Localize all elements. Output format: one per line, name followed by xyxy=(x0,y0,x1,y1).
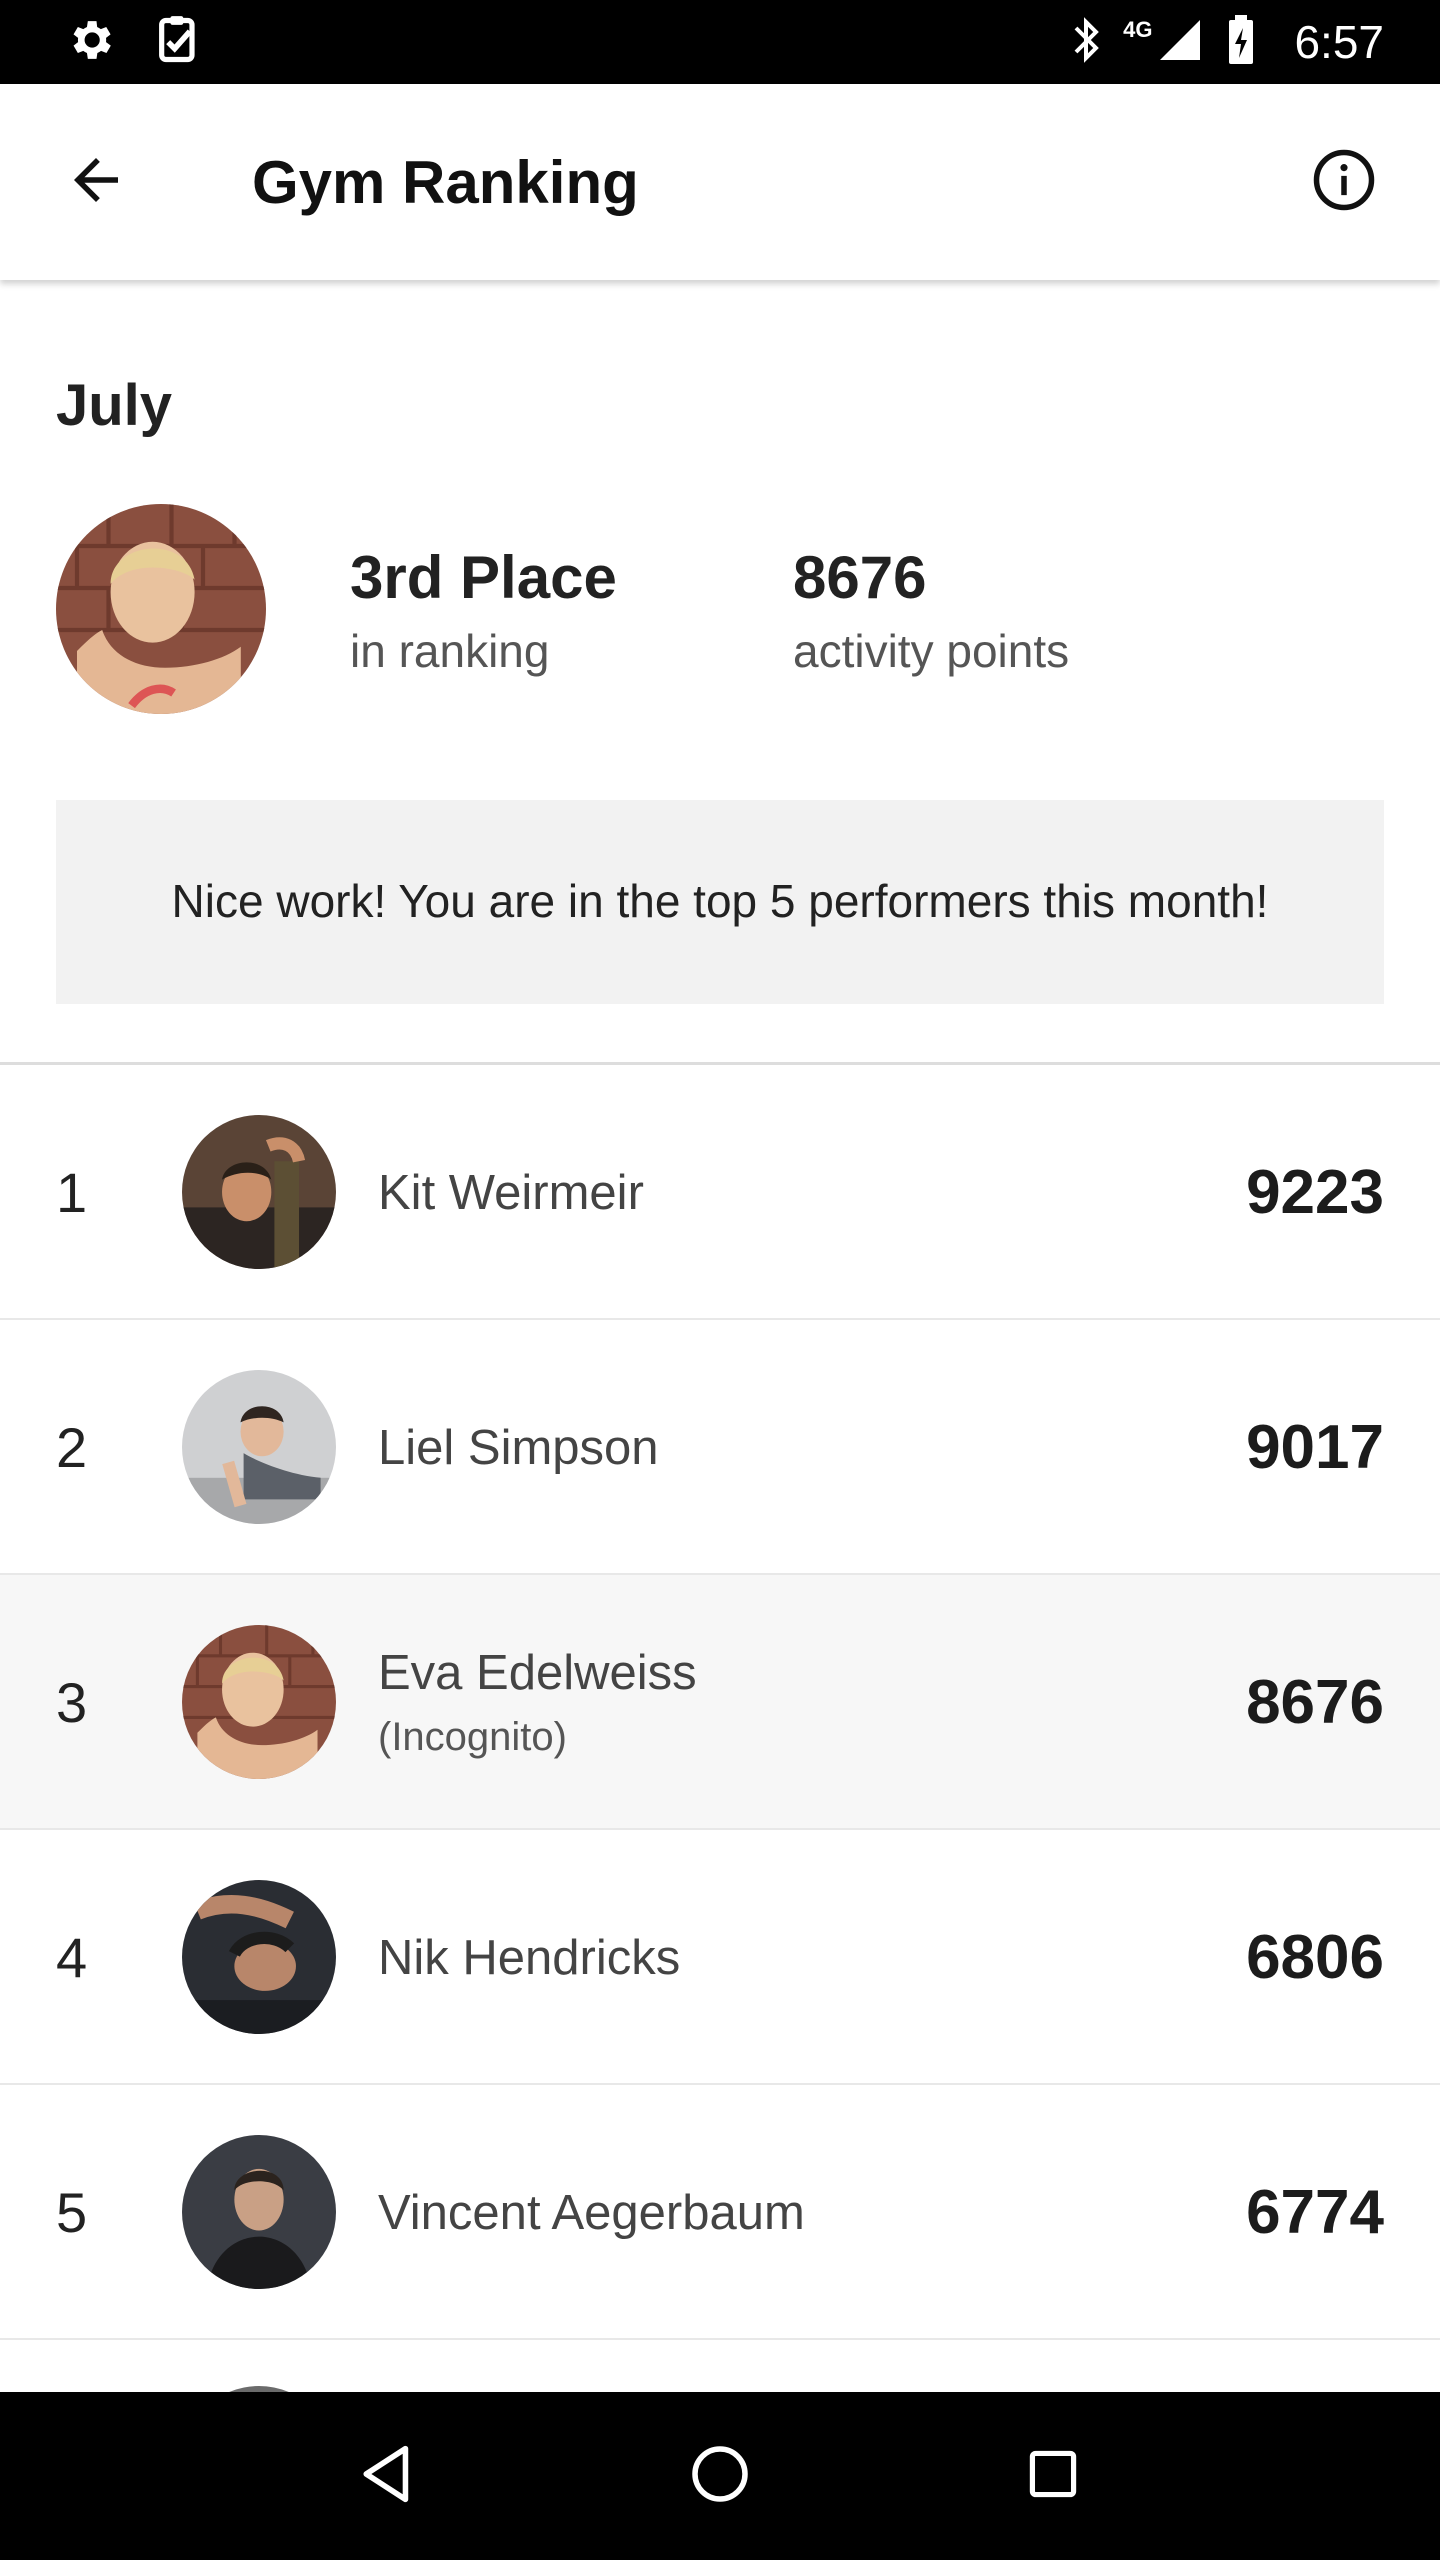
rank-name-wrap: Liel Simpson xyxy=(378,1320,659,1575)
avatar xyxy=(182,1880,336,2034)
list-item[interactable]: 5 Vincent Aegerbaum 6774 xyxy=(0,2085,1440,2340)
nav-home-icon xyxy=(690,2444,750,2509)
rank-name: Vincent Aegerbaum xyxy=(378,2185,805,2240)
list-item[interactable]: 2 Liel Simpson 9017 xyxy=(0,1320,1440,1575)
rank-subtitle: (Incognito) xyxy=(378,1715,567,1759)
list-item[interactable]: 1 Kit Weirmeir 9223 xyxy=(0,1065,1440,1320)
rank-number: 4 xyxy=(56,1926,88,1989)
list-item[interactable]: 4 Nik Hendricks 6806 xyxy=(0,1830,1440,2085)
rank-number: 1 xyxy=(56,1161,88,1224)
points-value: 8676 xyxy=(793,544,927,611)
rank-number: 3 xyxy=(56,1671,88,1734)
status-bar: 4G 6:57 xyxy=(0,0,1440,84)
nav-back-button[interactable] xyxy=(342,2431,432,2521)
ranking-list: 1 Kit Weirmeir 9223 2 Liel Simpson 9017 … xyxy=(0,1065,1440,2400)
rank-number: 2 xyxy=(56,1416,88,1479)
rank-name-wrap: Nik Hendricks xyxy=(378,1830,680,2085)
rank-name: Kit Weirmeir xyxy=(378,1165,644,1220)
task-check-icon xyxy=(156,14,202,71)
place-label: in ranking xyxy=(350,625,550,677)
month-label: July xyxy=(56,373,173,438)
avatar xyxy=(182,1625,336,1779)
nav-recents-button[interactable] xyxy=(1008,2431,1098,2521)
rank-name: Eva Edelweiss xyxy=(378,1646,697,1700)
settings-icon xyxy=(64,14,116,71)
signal-icon xyxy=(1156,16,1204,69)
status-time: 6:57 xyxy=(1294,16,1384,68)
network-type: 4G xyxy=(1123,17,1153,42)
navigation-bar xyxy=(0,2392,1440,2560)
rank-name: Nik Hendricks xyxy=(378,1930,681,1985)
rank-points: 9223 xyxy=(1246,1158,1384,1227)
nav-back-icon xyxy=(359,2444,415,2509)
rank-points: 6774 xyxy=(1246,2178,1384,2247)
congrats-banner: Nice work! You are in the top 5 performe… xyxy=(56,800,1384,1004)
screen: 4G 6:57 Gym Ranking July 3rd Place in ra… xyxy=(0,0,1440,2560)
rank-points: 6806 xyxy=(1246,1923,1384,1992)
list-item-partial xyxy=(0,2340,1440,2400)
nav-recents-icon xyxy=(1027,2448,1079,2505)
banner-text: Nice work! You are in the top 5 performe… xyxy=(171,875,1269,928)
rank-name-wrap: Kit Weirmeir xyxy=(378,1065,644,1320)
points-label: activity points xyxy=(793,625,1070,677)
place-value: 3rd Place xyxy=(350,544,617,611)
rank-name: Liel Simpson xyxy=(378,1420,659,1475)
rank-number: 5 xyxy=(56,2181,88,2244)
app-bar: Gym Ranking xyxy=(0,84,1440,280)
avatar xyxy=(56,504,266,714)
avatar xyxy=(182,1370,336,1524)
battery-charging-icon xyxy=(1226,14,1256,71)
page-title: Gym Ranking xyxy=(252,148,639,216)
avatar xyxy=(182,2135,336,2289)
points-stat: 8676 activity points xyxy=(793,544,1070,677)
info-icon xyxy=(1311,147,1377,218)
nav-home-button[interactable] xyxy=(675,2431,765,2521)
rank-name-wrap: Vincent Aegerbaum xyxy=(378,2085,805,2340)
status-left-icons xyxy=(64,14,202,71)
info-button[interactable] xyxy=(1304,142,1384,222)
bluetooth-icon xyxy=(1071,16,1101,69)
avatar xyxy=(182,1115,336,1269)
rank-points: 8676 xyxy=(1246,1668,1384,1737)
rank-points: 9017 xyxy=(1246,1413,1384,1482)
rank-name-wrap: Eva Edelweiss (Incognito) xyxy=(378,1575,697,1830)
list-item-current-user[interactable]: 3 Eva Edelweiss (Incognito) 8676 xyxy=(0,1575,1440,1830)
status-right-icons: 4G 6:57 xyxy=(1071,14,1384,71)
ranking-stat: 3rd Place in ranking xyxy=(350,544,617,677)
back-button[interactable] xyxy=(56,142,136,222)
arrow-back-icon xyxy=(63,147,129,218)
